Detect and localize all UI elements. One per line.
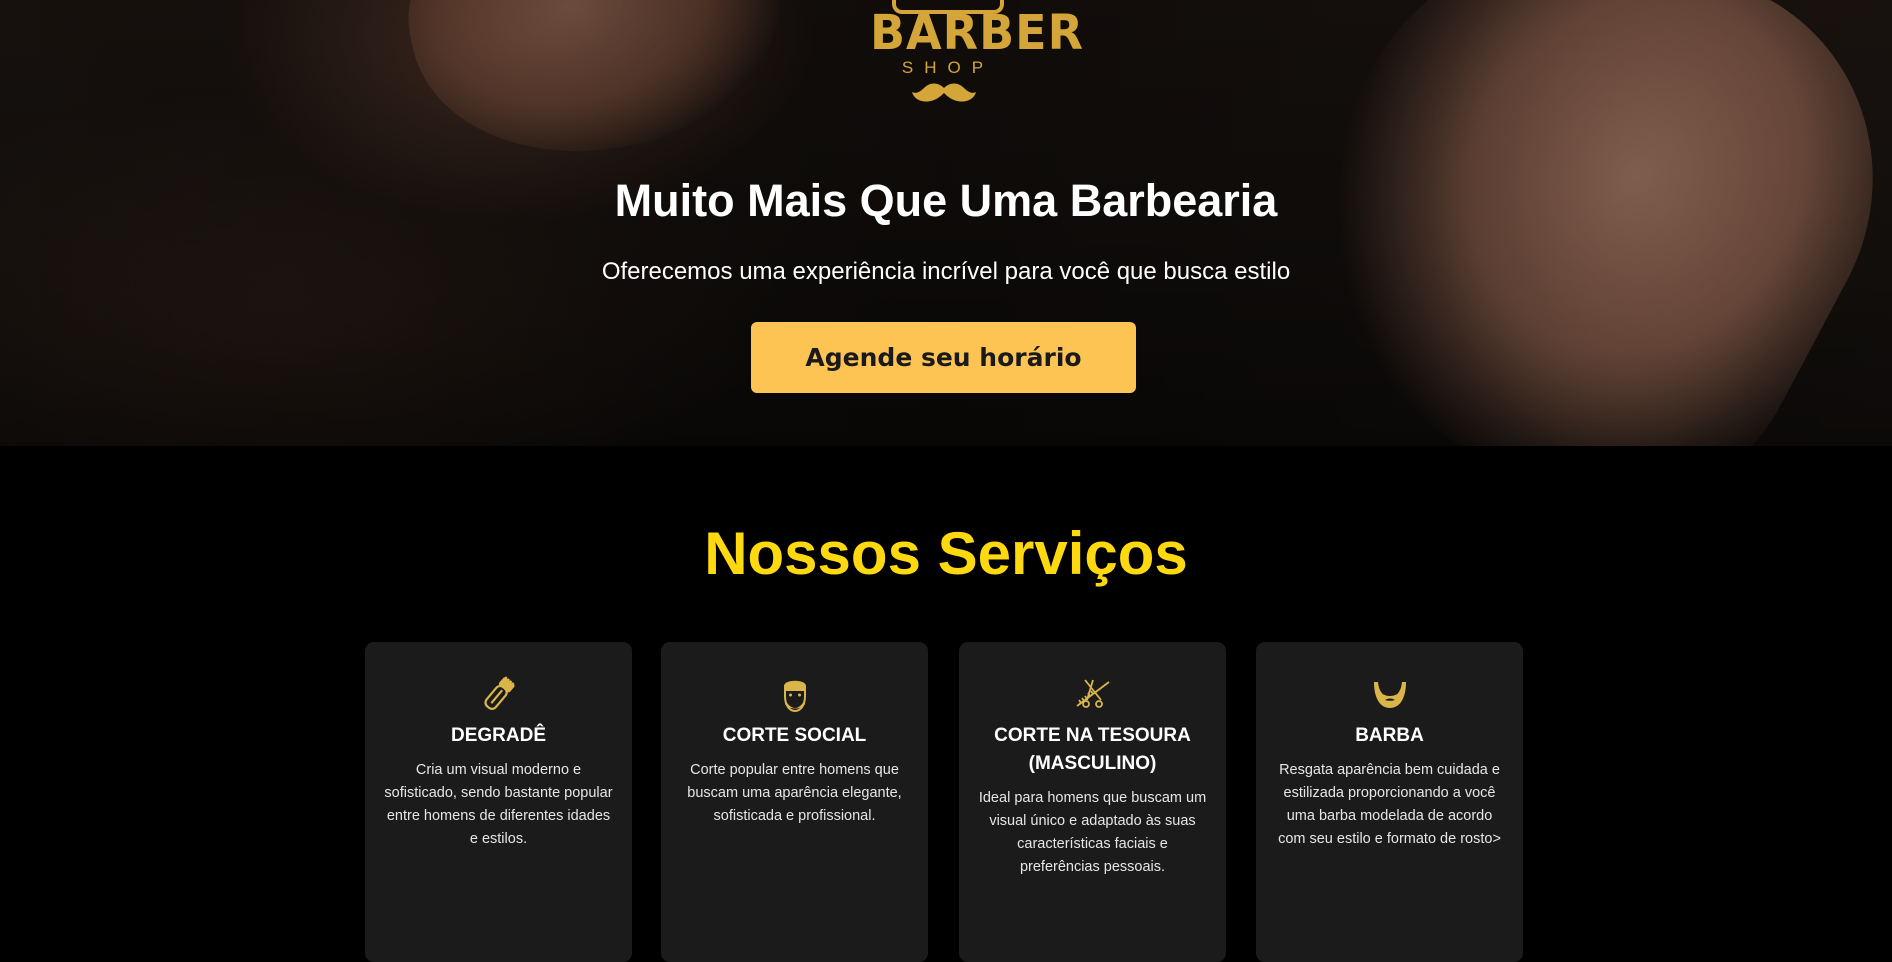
logo-brand-text: BARBER [870,3,1084,61]
service-description: Corte popular entre homens que buscam um… [687,762,902,824]
services-title: Nossos Serviços [704,520,1188,587]
bearded-man-icon [783,680,806,713]
mustache-icon [912,83,976,102]
barbershop-logo[interactable]: BARBER SHOP [870,0,1084,110]
service-description: Resgata aparência bem cuidada e estiliza… [1278,762,1501,847]
service-title: CORTE SOCIAL [722,725,867,746]
schedule-appointment-button[interactable]: Agende seu horário [751,322,1136,393]
hero-section: BARBER SHOP Muito Mais Que Uma Barbearia… [0,0,1892,446]
hero-subtitle: Oferecemos uma experiência incrível para… [601,258,1291,285]
service-title: CORTE NA TESOURA (MASCULINO) [994,725,1191,774]
service-description: Ideal para homens que buscam um visual ú… [978,790,1207,875]
service-card-corte-tesoura[interactable]: CORTE NA TESOURA (MASCULINO) Ideal para … [959,642,1226,962]
service-card-degrade[interactable]: DEGRADÊ Cria um visual moderno e sofisti… [365,642,632,962]
service-title: DEGRADÊ [450,725,546,746]
logo-sub-text: SHOP [901,58,995,77]
service-card-barba[interactable]: BARBA Resgata aparência bem cuidada e es… [1256,642,1523,962]
trimmer-icon [483,676,515,710]
scissors-comb-icon [1075,679,1110,708]
service-description: Cria um visual moderno e sofisticado, se… [384,762,613,847]
service-title: BARBA [1355,725,1424,746]
hero-title: Muito Mais Que Uma Barbearia [614,175,1278,226]
service-card-corte-social[interactable]: CORTE SOCIAL Corte popular entre homens … [661,642,928,962]
beard-icon [1373,682,1406,708]
